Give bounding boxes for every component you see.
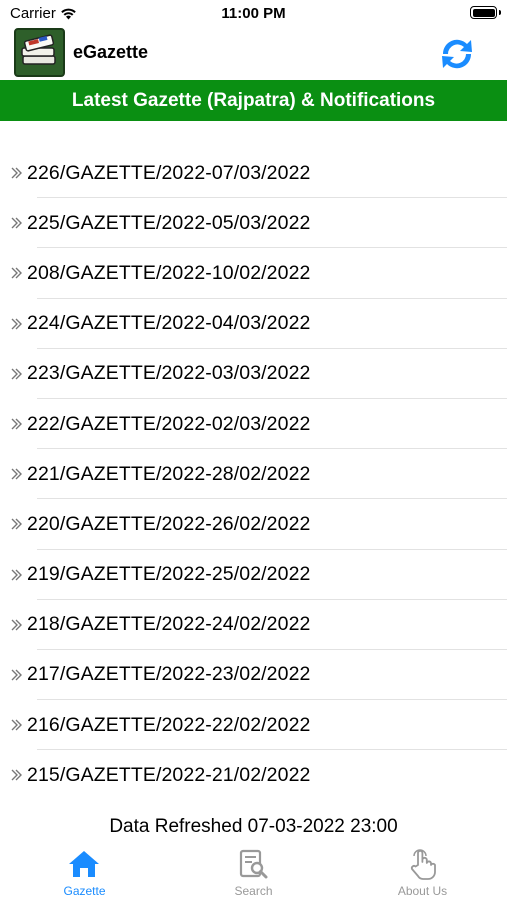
app-header: eGazette	[0, 28, 507, 80]
gazette-list-item[interactable]: 222/GAZETTE/2022-02/03/2022	[0, 399, 507, 450]
double-chevron-right-icon	[11, 468, 22, 480]
gazette-item-label: 223/GAZETTE/2022-03/03/2022	[27, 362, 311, 385]
hand-pointer-icon	[410, 849, 436, 880]
double-chevron-right-icon	[11, 719, 22, 731]
double-chevron-right-icon	[11, 267, 22, 279]
gazette-books-icon	[14, 28, 65, 77]
gazette-item-label: 224/GAZETTE/2022-04/03/2022	[27, 312, 311, 335]
gazette-list-item[interactable]: 221/GAZETTE/2022-28/02/2022	[0, 449, 507, 500]
double-chevron-right-icon	[11, 217, 22, 229]
double-chevron-right-icon	[11, 318, 22, 330]
double-chevron-right-icon	[11, 518, 22, 530]
gazette-item-label: 222/GAZETTE/2022-02/03/2022	[27, 412, 311, 435]
double-chevron-right-icon	[11, 368, 22, 380]
double-chevron-right-icon	[11, 769, 22, 781]
gazette-list-item[interactable]: 226/GAZETTE/2022-07/03/2022	[0, 148, 507, 199]
tab-gazette-label: Gazette	[63, 884, 106, 898]
double-chevron-right-icon	[11, 569, 22, 581]
refresh-button[interactable]	[435, 34, 479, 74]
gazette-list-item[interactable]: 208/GAZETTE/2022-10/02/2022	[0, 248, 507, 299]
status-time: 11:00 PM	[221, 5, 286, 22]
gazette-list: 226/GAZETTE/2022-07/03/2022 225/GAZETTE/2…	[0, 148, 507, 800]
gazette-list-item[interactable]: 215/GAZETTE/2022-21/02/2022	[0, 750, 507, 800]
tab-about-us-label: About Us	[397, 884, 448, 898]
tab-about-us[interactable]: About Us	[338, 842, 507, 900]
double-chevron-right-icon	[11, 669, 22, 681]
gazette-item-label: 216/GAZETTE/2022-22/02/2022	[27, 713, 311, 736]
gazette-item-label: 221/GAZETTE/2022-28/02/2022	[27, 462, 311, 485]
notifications-banner: Latest Gazette (Rajpatra) & Notification…	[0, 80, 507, 121]
gazette-list-item[interactable]: 219/GAZETTE/2022-25/02/2022	[0, 550, 507, 600]
gazette-item-label: 220/GAZETTE/2022-26/02/2022	[27, 512, 311, 535]
home-icon	[69, 851, 99, 877]
app-title: eGazette	[73, 42, 149, 62]
tab-gazette[interactable]: Gazette	[0, 842, 169, 900]
gazette-list-item[interactable]: 216/GAZETTE/2022-22/02/2022	[0, 700, 507, 751]
search-document-icon	[239, 849, 268, 879]
gazette-item-label: 219/GAZETTE/2022-25/02/2022	[27, 563, 311, 586]
tab-search-label: Search	[234, 884, 273, 898]
gazette-item-label: 217/GAZETTE/2022-23/02/2022	[27, 663, 311, 686]
gazette-list-item[interactable]: 223/GAZETTE/2022-03/03/2022	[0, 349, 507, 400]
double-chevron-right-icon	[11, 167, 22, 179]
gazette-item-label: 225/GAZETTE/2022-05/03/2022	[27, 211, 311, 234]
refresh-icon	[442, 39, 472, 69]
gazette-list-item[interactable]: 224/GAZETTE/2022-04/03/2022	[0, 299, 507, 349]
gazette-item-label: 215/GAZETTE/2022-21/02/2022	[27, 763, 311, 786]
gazette-item-label: 226/GAZETTE/2022-07/03/2022	[27, 161, 311, 184]
data-refreshed-label: Data Refreshed 07-03-2022 23:00	[109, 816, 398, 837]
battery-icon	[470, 6, 497, 19]
gazette-list-item[interactable]: 225/GAZETTE/2022-05/03/2022	[0, 198, 507, 249]
tab-search[interactable]: Search	[169, 842, 338, 900]
gazette-list-item[interactable]: 218/GAZETTE/2022-24/02/2022	[0, 600, 507, 651]
double-chevron-right-icon	[11, 418, 22, 430]
double-chevron-right-icon	[11, 619, 22, 631]
gazette-item-label: 208/GAZETTE/2022-10/02/2022	[27, 261, 311, 284]
gazette-item-label: 218/GAZETTE/2022-24/02/2022	[27, 613, 311, 636]
gazette-list-item[interactable]: 217/GAZETTE/2022-23/02/2022	[0, 650, 507, 701]
gazette-list-item[interactable]: 220/GAZETTE/2022-26/02/2022	[0, 499, 507, 550]
status-bar: Carrier 11:00 PM	[0, 0, 507, 28]
tab-bar: Gazette Search About Us	[0, 842, 507, 900]
